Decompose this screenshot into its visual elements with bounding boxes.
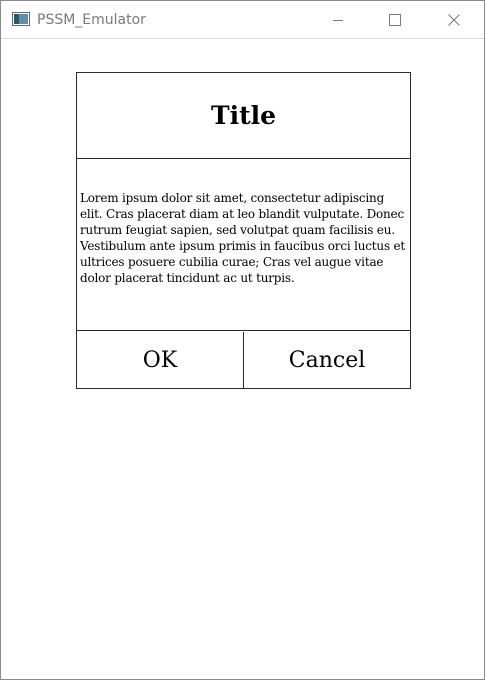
app-window: PSSM_Emulator Title Lorem ipsum dolor si…	[0, 0, 485, 680]
title-bar[interactable]: PSSM_Emulator	[1, 1, 484, 39]
dialog-body-area: Lorem ipsum dolor sit amet, consectetur …	[77, 159, 410, 331]
minimize-button[interactable]	[315, 1, 361, 38]
close-icon	[448, 13, 460, 26]
close-button[interactable]	[431, 1, 477, 38]
cancel-button[interactable]: Cancel	[244, 332, 410, 388]
dialog-button-row: OK Cancel	[77, 332, 410, 388]
ok-button[interactable]: OK	[77, 332, 244, 388]
app-icon	[12, 12, 30, 26]
ok-button-label: OK	[142, 347, 178, 373]
maximize-button[interactable]	[372, 1, 418, 38]
message-dialog: Title Lorem ipsum dolor sit amet, consec…	[76, 72, 411, 389]
minimize-icon	[333, 19, 343, 21]
maximize-icon	[389, 13, 401, 26]
dialog-header: Title	[77, 73, 410, 159]
dialog-body-text: Lorem ipsum dolor sit amet, consectetur …	[80, 191, 406, 285]
dialog-title: Title	[210, 100, 277, 130]
cancel-button-label: Cancel	[288, 347, 366, 373]
window-title: PSSM_Emulator	[37, 12, 146, 28]
